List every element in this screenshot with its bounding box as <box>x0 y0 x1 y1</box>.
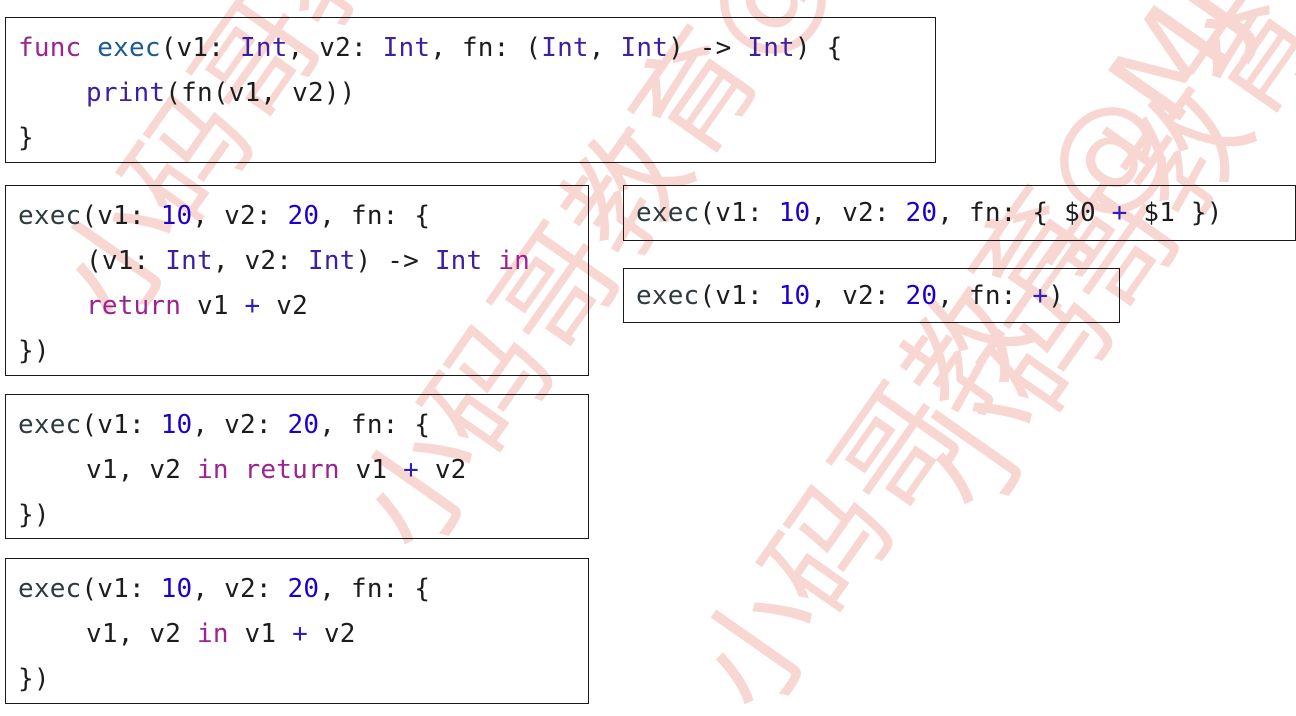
code-text: , fn: { <box>319 201 431 231</box>
code-text: v1, v2 <box>86 619 197 649</box>
type-name: Int <box>382 33 431 63</box>
code-text: , <box>588 33 621 63</box>
function-call: exec <box>18 410 82 440</box>
code-text: , v2: <box>192 574 288 604</box>
code-text: (v1: <box>699 198 779 228</box>
code-text: (v1: <box>81 201 161 231</box>
code-block-shorthand-arguments: exec(v1: 10, v2: 20, fn: { $0 + $1 }) <box>623 185 1296 241</box>
number-literal: 10 <box>778 198 811 228</box>
code-text: ) <box>1048 281 1065 311</box>
code-text: , fn: <box>937 281 1033 311</box>
code-block-inferred-closure: exec(v1: 10, v2: 20, fn: { v1, v2 in ret… <box>5 394 589 539</box>
code-line: }) <box>18 657 576 702</box>
function-name: exec <box>97 33 161 63</box>
number-literal: 10 <box>160 410 193 440</box>
code-text: v2 <box>418 455 467 485</box>
code-text: , fn: { <box>319 574 431 604</box>
code-text: $1 }) <box>1127 198 1223 228</box>
code-text: (v1: <box>699 281 779 311</box>
operator: + <box>1111 198 1128 228</box>
function-call: exec <box>18 574 82 604</box>
code-text: , v2: <box>212 246 308 276</box>
code-text: v1 <box>228 619 293 649</box>
code-text: }) <box>18 664 50 694</box>
code-text: (v1: <box>86 246 166 276</box>
keyword: func <box>18 33 82 63</box>
builtin-function: print <box>86 78 166 108</box>
number-literal: 20 <box>287 574 320 604</box>
code-text: v1 <box>181 291 245 321</box>
code-block-exec-definition: func exec(v1: Int, v2: Int, fn: (Int, In… <box>5 17 936 163</box>
code-line: print(fn(v1, v2)) <box>18 71 923 116</box>
function-call: exec <box>18 201 82 231</box>
code-text: } <box>18 123 34 153</box>
code-text: }) <box>18 500 50 530</box>
code-line: } <box>18 116 923 161</box>
function-call: exec <box>636 281 700 311</box>
number-literal: 10 <box>778 281 811 311</box>
number-literal: 20 <box>905 281 938 311</box>
type-name: Int <box>239 33 288 63</box>
code-text: , fn: { <box>319 410 431 440</box>
code-text: , v2: <box>810 281 906 311</box>
code-line: func exec(v1: Int, v2: Int, fn: (Int, In… <box>18 26 923 71</box>
code-text: v2 <box>307 619 356 649</box>
code-text: , v2: <box>192 201 288 231</box>
code-line: }) <box>18 493 576 538</box>
type-name: Int <box>434 246 483 276</box>
code-text: , v2: <box>192 410 288 440</box>
keyword: in <box>196 455 229 485</box>
type-name: Int <box>307 246 356 276</box>
keyword: return <box>244 455 340 485</box>
code-text: v1, v2 <box>86 455 197 485</box>
type-name: Int <box>541 33 589 63</box>
code-text: v1 <box>339 455 404 485</box>
type-name: Int <box>165 246 213 276</box>
number-literal: 10 <box>160 201 193 231</box>
operator: + <box>244 291 261 321</box>
code-block-operator-function: exec(v1: 10, v2: 20, fn: +) <box>623 268 1120 323</box>
code-text: ) { <box>794 33 843 63</box>
number-literal: 20 <box>905 198 938 228</box>
number-literal: 20 <box>287 410 320 440</box>
code-text: ) -> <box>355 246 435 276</box>
code-line: }) <box>18 329 576 374</box>
code-line: v1, v2 in v1 + v2 <box>18 612 576 657</box>
code-text: v2 <box>260 291 308 321</box>
type-name: Int <box>747 33 795 63</box>
code-text: , v2: <box>287 33 383 63</box>
code-line: exec(v1: 10, v2: 20, fn: { <box>18 403 576 448</box>
code-line: v1, v2 in return v1 + v2 <box>18 448 576 493</box>
code-text: ) -> <box>668 33 748 63</box>
code-block-implicit-return: exec(v1: 10, v2: 20, fn: { v1, v2 in v1 … <box>5 558 589 704</box>
code-text: , v2: <box>810 198 906 228</box>
type-name: Int <box>620 33 669 63</box>
code-text: (v1: <box>81 410 161 440</box>
keyword: return <box>86 291 182 321</box>
keyword: in <box>196 619 229 649</box>
keyword: in <box>498 246 530 276</box>
code-line: exec(v1: 10, v2: 20, fn: +) <box>636 274 1107 319</box>
operator: + <box>292 619 308 649</box>
code-text: (v1: <box>160 33 240 63</box>
code-text: (fn(v1, v2)) <box>165 78 356 108</box>
code-text: , fn: ( <box>430 33 542 63</box>
number-literal: 10 <box>160 574 193 604</box>
operator: + <box>1032 281 1049 311</box>
number-literal: 20 <box>287 201 320 231</box>
code-text: }) <box>18 336 50 366</box>
code-line: exec(v1: 10, v2: 20, fn: { <box>18 194 576 239</box>
code-line: exec(v1: 10, v2: 20, fn: { $0 + $1 }) <box>636 191 1283 236</box>
function-call: exec <box>636 198 700 228</box>
code-line: return v1 + v2 <box>18 284 576 329</box>
code-text: , fn: { $0 <box>937 198 1112 228</box>
code-line: exec(v1: 10, v2: 20, fn: { <box>18 567 576 612</box>
operator: + <box>403 455 419 485</box>
code-block-full-closure: exec(v1: 10, v2: 20, fn: { (v1: Int, v2:… <box>5 185 589 376</box>
code-line: (v1: Int, v2: Int) -> Int in <box>18 239 576 284</box>
code-text: (v1: <box>81 574 161 604</box>
